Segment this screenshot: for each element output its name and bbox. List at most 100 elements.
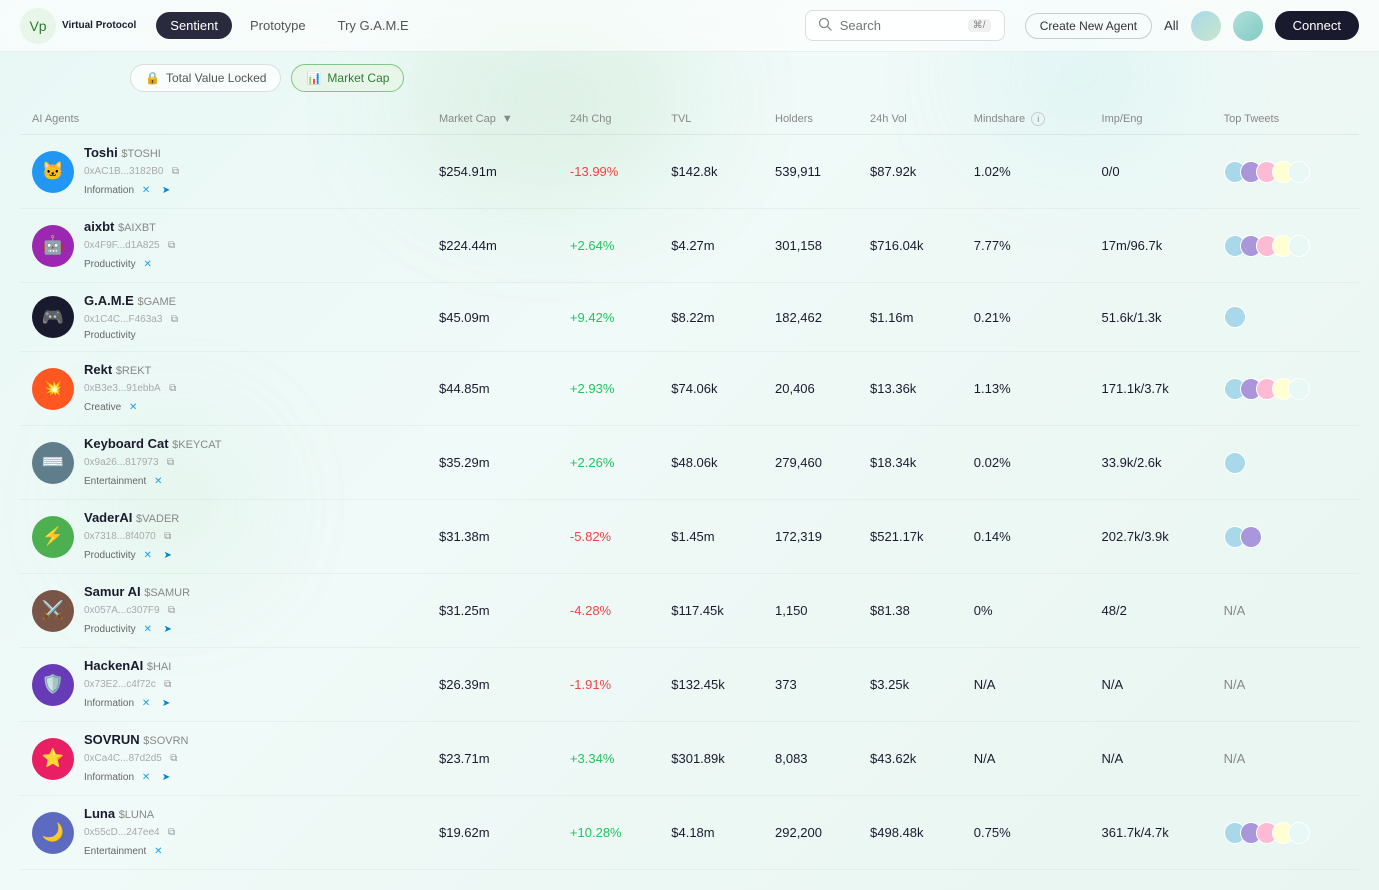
vol-cell: $1.16m bbox=[858, 283, 962, 352]
agent-address: 0x1C4C...F463a3 ⧉ bbox=[84, 311, 182, 327]
table-row: ⚔️ Samur AI $SAMUR 0x057A...c307F9 ⧉ Pro… bbox=[20, 574, 1359, 648]
filter-tvl[interactable]: 🔒 Total Value Locked bbox=[130, 64, 281, 92]
search-bar[interactable]: ⌘/ bbox=[805, 10, 1005, 41]
mindshare-cell: N/A bbox=[962, 648, 1090, 722]
agent-category: Productivity bbox=[84, 330, 136, 341]
copy-icon[interactable]: ⧉ bbox=[160, 676, 176, 692]
top-tweet-avatar bbox=[1288, 822, 1310, 844]
nav-game[interactable]: Try G.A.M.E bbox=[324, 12, 423, 39]
agent-name-row: Rekt $REKT bbox=[84, 362, 181, 377]
connect-button[interactable]: Connect bbox=[1275, 11, 1359, 40]
change-cell: -13.99% bbox=[558, 135, 659, 209]
copy-icon[interactable]: ⧉ bbox=[164, 602, 180, 618]
filter-marketcap-label: Market Cap bbox=[327, 71, 389, 85]
impeng-cell: 202.7k/3.9k bbox=[1090, 500, 1212, 574]
copy-icon[interactable]: ⧉ bbox=[166, 311, 182, 327]
mindshare-cell: 0.02% bbox=[962, 426, 1090, 500]
change-cell: -1.91% bbox=[558, 648, 659, 722]
vol-cell: $87.92k bbox=[858, 135, 962, 209]
change-cell: +2.93% bbox=[558, 352, 659, 426]
twitter-icon[interactable]: ✕ bbox=[125, 399, 141, 415]
copy-icon[interactable]: ⧉ bbox=[164, 824, 180, 840]
agent-ticker: $HAI bbox=[147, 661, 171, 673]
market-cap-cell: $44.85m bbox=[427, 352, 558, 426]
tvl-cell: $4.27m bbox=[659, 209, 763, 283]
tvl-cell: $1.45m bbox=[659, 500, 763, 574]
all-filter-button[interactable]: All bbox=[1164, 18, 1178, 33]
create-agent-button[interactable]: Create New Agent bbox=[1025, 13, 1152, 39]
agent-ticker: $LUNA bbox=[119, 809, 154, 821]
agent-avatar-inner: 💥 bbox=[32, 368, 74, 410]
nav-sentient[interactable]: Sentient bbox=[156, 12, 232, 39]
agent-name: Luna bbox=[84, 806, 115, 821]
impeng-cell: N/A bbox=[1090, 648, 1212, 722]
agent-name-row: Keyboard Cat $KEYCAT bbox=[84, 436, 221, 451]
agent-info: Luna $LUNA 0x55cD...247ee4 ⧉ Entertainme… bbox=[84, 806, 180, 859]
nav-tabs: Sentient Prototype Try G.A.M.E bbox=[156, 12, 422, 39]
holders-cell: 182,462 bbox=[763, 283, 858, 352]
mindshare-info-icon[interactable]: i bbox=[1031, 112, 1045, 126]
twitter-icon[interactable]: ✕ bbox=[140, 547, 156, 563]
twitter-icon[interactable]: ✕ bbox=[150, 843, 166, 859]
top-tweet-avatar bbox=[1224, 452, 1246, 474]
agent-ticker: $SOVRN bbox=[143, 735, 188, 747]
telegram-icon[interactable]: ➤ bbox=[158, 182, 174, 198]
top-tweets-cell bbox=[1212, 500, 1359, 574]
telegram-icon[interactable]: ➤ bbox=[158, 695, 174, 711]
telegram-icon[interactable]: ➤ bbox=[160, 547, 176, 563]
copy-icon[interactable]: ⧉ bbox=[164, 237, 180, 253]
twitter-icon[interactable]: ✕ bbox=[150, 473, 166, 489]
twitter-icon[interactable]: ✕ bbox=[140, 256, 156, 272]
table-row: ⚡ VaderAI $VADER 0x7318...8f4070 ⧉ Produ… bbox=[20, 500, 1359, 574]
copy-icon[interactable]: ⧉ bbox=[163, 454, 179, 470]
telegram-icon[interactable]: ➤ bbox=[160, 621, 176, 637]
agent-name-row: VaderAI $VADER bbox=[84, 510, 179, 525]
twitter-icon[interactable]: ✕ bbox=[140, 621, 156, 637]
user-avatar-2[interactable] bbox=[1233, 11, 1263, 41]
holders-cell: 292,200 bbox=[763, 796, 858, 870]
mindshare-cell: 0% bbox=[962, 574, 1090, 648]
table-row: 🌙 Luna $LUNA 0x55cD...247ee4 ⧉ Entertain… bbox=[20, 796, 1359, 870]
copy-icon[interactable]: ⧉ bbox=[166, 750, 182, 766]
agents-table: AI Agents Market Cap ▼ 24h Chg TVL Holde… bbox=[20, 104, 1359, 870]
col-change: 24h Chg bbox=[558, 104, 659, 135]
col-marketcap[interactable]: Market Cap ▼ bbox=[427, 104, 558, 135]
twitter-icon[interactable]: ✕ bbox=[138, 182, 154, 198]
agent-info: aixbt $AIXBT 0x4F9F...d1A825 ⧉ Productiv… bbox=[84, 219, 180, 272]
change-cell: +3.34% bbox=[558, 722, 659, 796]
top-tweets-cell bbox=[1212, 135, 1359, 209]
agent-cell-6: ⚔️ Samur AI $SAMUR 0x057A...c307F9 ⧉ Pro… bbox=[20, 574, 427, 648]
agent-info: VaderAI $VADER 0x7318...8f4070 ⧉ Product… bbox=[84, 510, 179, 563]
impeng-cell: 48/2 bbox=[1090, 574, 1212, 648]
agent-avatar-inner: ⌨️ bbox=[32, 442, 74, 484]
table-row: ⌨️ Keyboard Cat $KEYCAT 0x9a26...817973 … bbox=[20, 426, 1359, 500]
impeng-cell: N/A bbox=[1090, 722, 1212, 796]
agent-avatar-inner: 🐱 bbox=[32, 151, 74, 193]
copy-icon[interactable]: ⧉ bbox=[168, 163, 184, 179]
mindshare-cell: 1.13% bbox=[962, 352, 1090, 426]
copy-icon[interactable]: ⧉ bbox=[165, 380, 181, 396]
agent-tags: Productivity ✕ bbox=[84, 256, 180, 272]
search-input[interactable] bbox=[840, 18, 960, 33]
copy-icon[interactable]: ⧉ bbox=[160, 528, 176, 544]
mindshare-cell: 1.02% bbox=[962, 135, 1090, 209]
top-tweets-stack bbox=[1224, 306, 1347, 328]
agent-name: Samur AI bbox=[84, 584, 141, 599]
col-holders: Holders bbox=[763, 104, 858, 135]
top-tweet-avatar bbox=[1288, 161, 1310, 183]
twitter-icon[interactable]: ✕ bbox=[138, 769, 154, 785]
holders-cell: 373 bbox=[763, 648, 858, 722]
twitter-icon[interactable]: ✕ bbox=[138, 695, 154, 711]
agent-address: 0xB3e3...91ebbA ⧉ bbox=[84, 380, 181, 396]
holders-cell: 279,460 bbox=[763, 426, 858, 500]
tvl-cell: $8.22m bbox=[659, 283, 763, 352]
nav-prototype[interactable]: Prototype bbox=[236, 12, 320, 39]
telegram-icon[interactable]: ➤ bbox=[158, 769, 174, 785]
agent-cell-3: 💥 Rekt $REKT 0xB3e3...91ebbA ⧉ Creative … bbox=[20, 352, 427, 426]
agent-info: Rekt $REKT 0xB3e3...91ebbA ⧉ Creative ✕ bbox=[84, 362, 181, 415]
market-cap-cell: $19.62m bbox=[427, 796, 558, 870]
tvl-cell: $74.06k bbox=[659, 352, 763, 426]
agent-tags: Productivity ✕ ➤ bbox=[84, 621, 190, 637]
filter-marketcap[interactable]: 📊 Market Cap bbox=[291, 64, 404, 92]
user-avatar-1[interactable] bbox=[1191, 11, 1221, 41]
